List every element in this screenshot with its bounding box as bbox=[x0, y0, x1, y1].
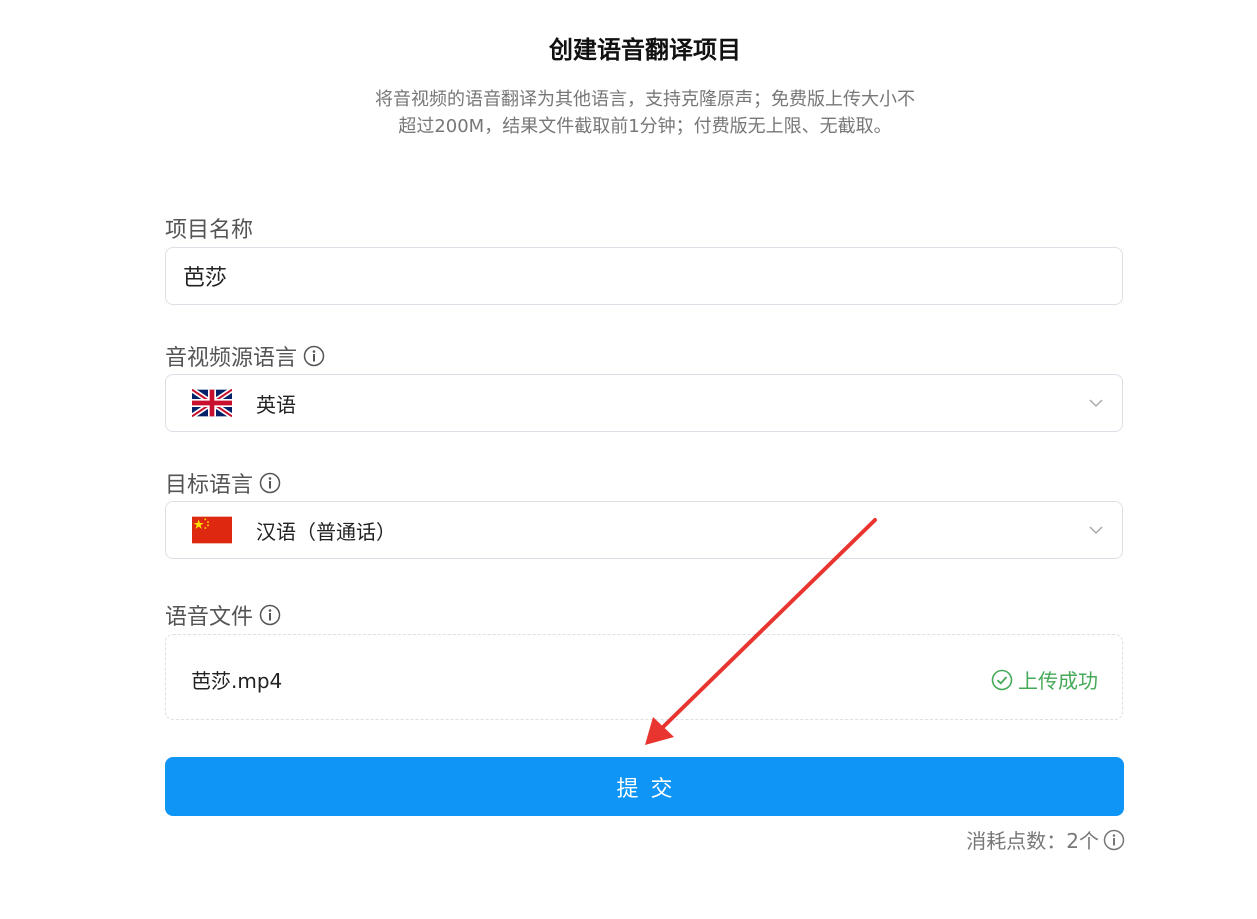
project-name-field-wrapper bbox=[165, 247, 1123, 305]
page-title: 创建语音翻译项目 bbox=[549, 36, 741, 64]
info-icon[interactable] bbox=[303, 345, 325, 367]
uk-flag-icon bbox=[192, 389, 232, 417]
subtitle-line-1: 将音视频的语音翻译为其他语言，支持克隆原声；免费版上传大小不 bbox=[375, 89, 915, 110]
upload-status-text: 上传成功 bbox=[1018, 669, 1098, 693]
page-subtitle: 将音视频的语音翻译为其他语言，支持克隆原声；免费版上传大小不 超过200M，结果… bbox=[320, 86, 970, 140]
chevron-down-icon bbox=[1089, 526, 1103, 535]
source-language-value: 英语 bbox=[256, 392, 296, 417]
upload-status: 上传成功 bbox=[991, 665, 1098, 694]
voice-file-label: 语音文件 bbox=[165, 599, 281, 631]
project-name-input[interactable] bbox=[166, 248, 1122, 304]
source-language-label-text: 音视频源语言 bbox=[165, 346, 298, 371]
chevron-down-icon bbox=[1089, 399, 1103, 408]
china-flag-icon bbox=[192, 516, 232, 544]
project-name-label-text: 项目名称 bbox=[165, 218, 254, 243]
subtitle-line-2: 超过200M，结果文件截取前1分钟；付费版无上限、无截取。 bbox=[398, 116, 892, 137]
project-name-label: 项目名称 bbox=[165, 212, 253, 244]
info-icon[interactable] bbox=[1103, 829, 1125, 851]
info-icon[interactable] bbox=[259, 604, 281, 626]
voice-file-label-text: 语音文件 bbox=[165, 605, 254, 630]
check-circle-icon bbox=[991, 669, 1013, 690]
target-language-label: 目标语言 bbox=[165, 467, 281, 499]
source-language-select[interactable]: 英语 bbox=[165, 374, 1123, 432]
target-language-label-text: 目标语言 bbox=[165, 473, 254, 498]
submit-button[interactable]: 提交 bbox=[165, 757, 1124, 816]
source-language-label: 音视频源语言 bbox=[165, 340, 325, 372]
cost-text: 消耗点数：2个 bbox=[966, 829, 1099, 853]
uploaded-file-name: 芭莎.mp4 bbox=[191, 669, 283, 693]
target-language-value: 汉语（普通话） bbox=[256, 519, 396, 544]
file-upload-area[interactable]: 芭莎.mp4 上传成功 bbox=[165, 634, 1123, 720]
target-language-select[interactable]: 汉语（普通话） bbox=[165, 501, 1123, 559]
cost-info: 消耗点数：2个 bbox=[966, 825, 1125, 854]
info-icon[interactable] bbox=[259, 472, 281, 494]
